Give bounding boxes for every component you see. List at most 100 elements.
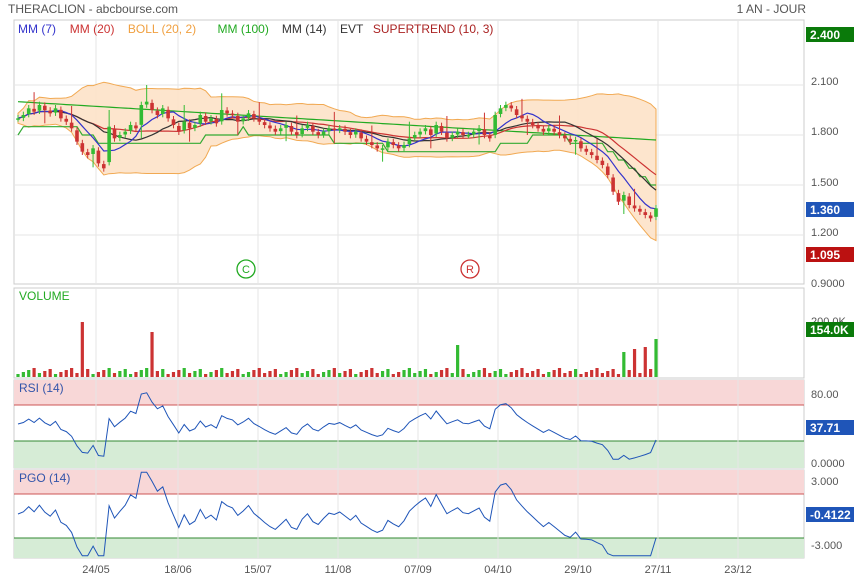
period-label[interactable]: 1 AN - JOUR: [737, 2, 807, 16]
volume-bar: [552, 370, 556, 377]
volume-bar: [627, 370, 631, 377]
volume-bar: [139, 370, 143, 377]
x-tick-label: 11/08: [325, 564, 352, 576]
volume-bar: [332, 368, 336, 377]
candle-body: [225, 110, 229, 114]
volume-bar: [187, 373, 192, 377]
x-tick-label: 07/09: [404, 564, 432, 576]
candle-body: [530, 122, 535, 125]
volume-bar: [407, 368, 411, 377]
volume-bar: [161, 369, 165, 377]
volume-bar: [338, 373, 342, 377]
volume-bar: [150, 332, 154, 377]
volume-bar: [252, 370, 256, 377]
candle-body: [407, 138, 412, 144]
x-axis: 24/05 18/06 15/07 11/08 07/09 04/10 29/10 27/11…: [82, 564, 752, 576]
volume-bar: [53, 374, 58, 377]
volume-bar: [370, 368, 374, 377]
candle-body: [48, 110, 52, 114]
candle-body: [43, 105, 47, 110]
volume-bar: [327, 370, 331, 377]
volume-bar: [220, 368, 224, 377]
max-badge-text: 2.400: [810, 28, 840, 42]
legend-item: MM (7): [18, 22, 56, 36]
volume-bar: [611, 369, 615, 377]
pgo-upper-zone: [14, 470, 804, 494]
candle-body: [252, 114, 256, 119]
candle-body: [589, 152, 594, 155]
volume-bar: [579, 374, 583, 377]
volume-bar: [364, 370, 369, 377]
volume-bar: [241, 374, 245, 377]
volume-bar: [236, 369, 240, 377]
volume-bar: [43, 371, 47, 377]
pgo-lower-zone: [14, 538, 804, 558]
candle-body: [134, 125, 138, 129]
candle-body: [305, 125, 310, 128]
candle-body: [541, 128, 546, 132]
volume-bar: [86, 369, 90, 377]
candle-body: [118, 135, 122, 138]
volume-bar: [477, 370, 481, 377]
candle-body: [182, 121, 187, 131]
candle-body: [643, 212, 648, 215]
candle-body: [471, 131, 476, 135]
candle-body: [638, 208, 642, 212]
volume-bar: [177, 370, 181, 377]
candle-body: [59, 109, 63, 119]
volume-bar: [21, 372, 25, 377]
volume-bar: [456, 345, 460, 377]
volume-bar: [595, 368, 599, 377]
pgo-tick-neg3: -3.000: [811, 540, 842, 552]
candle-body: [214, 119, 219, 124]
candle-body: [332, 128, 337, 131]
volume-bar: [166, 374, 170, 377]
rsi-tick-0: 0.0000: [811, 458, 845, 470]
volume-bar: [305, 371, 310, 377]
candle-body: [546, 128, 551, 132]
candle-body: [482, 129, 487, 135]
x-tick-label: 15/07: [244, 564, 272, 576]
rsi-overbought-zone: [14, 380, 804, 405]
candle-body: [177, 126, 181, 132]
volume-bar: [279, 374, 283, 377]
volume-bar: [289, 370, 294, 377]
bollinger-fill: [17, 81, 657, 242]
candle-body: [557, 132, 562, 135]
pgo-tick-3: 3.000: [811, 476, 839, 488]
volume-bar: [295, 368, 299, 377]
volume-bar: [182, 368, 186, 377]
candle-body: [498, 108, 503, 114]
y-tick-1800: 1.800: [811, 126, 839, 138]
event-markers: CR: [236, 259, 480, 279]
volume-bar: [48, 369, 52, 377]
volume-bar: [472, 372, 476, 377]
bollinger-band: [17, 81, 657, 242]
candle-body: [268, 125, 272, 129]
volume-bar: [225, 373, 229, 377]
volume-bar: [257, 368, 261, 377]
volume-bar: [134, 372, 138, 377]
volume-bar: [198, 369, 202, 377]
candle-body: [627, 196, 631, 205]
candle-body: [439, 126, 444, 132]
volume-bar: [600, 373, 604, 377]
volume-bar: [16, 374, 20, 377]
candle-body: [144, 101, 149, 105]
candle-body: [622, 195, 626, 201]
candle-body: [26, 108, 31, 114]
candle-body: [128, 125, 133, 131]
candle-body: [160, 108, 165, 114]
volume-panel: [13, 287, 805, 379]
volume-bar: [209, 372, 213, 377]
volume-bar: [632, 349, 637, 377]
candle-body: [327, 128, 331, 132]
candle-body: [139, 105, 144, 125]
volume-bar: [386, 369, 390, 377]
candle-body: [230, 113, 235, 116]
candle-body: [525, 118, 530, 122]
candle-body: [21, 115, 26, 118]
candle-body: [278, 128, 283, 132]
volume-bar: [230, 371, 235, 377]
candle-body: [262, 122, 267, 125]
